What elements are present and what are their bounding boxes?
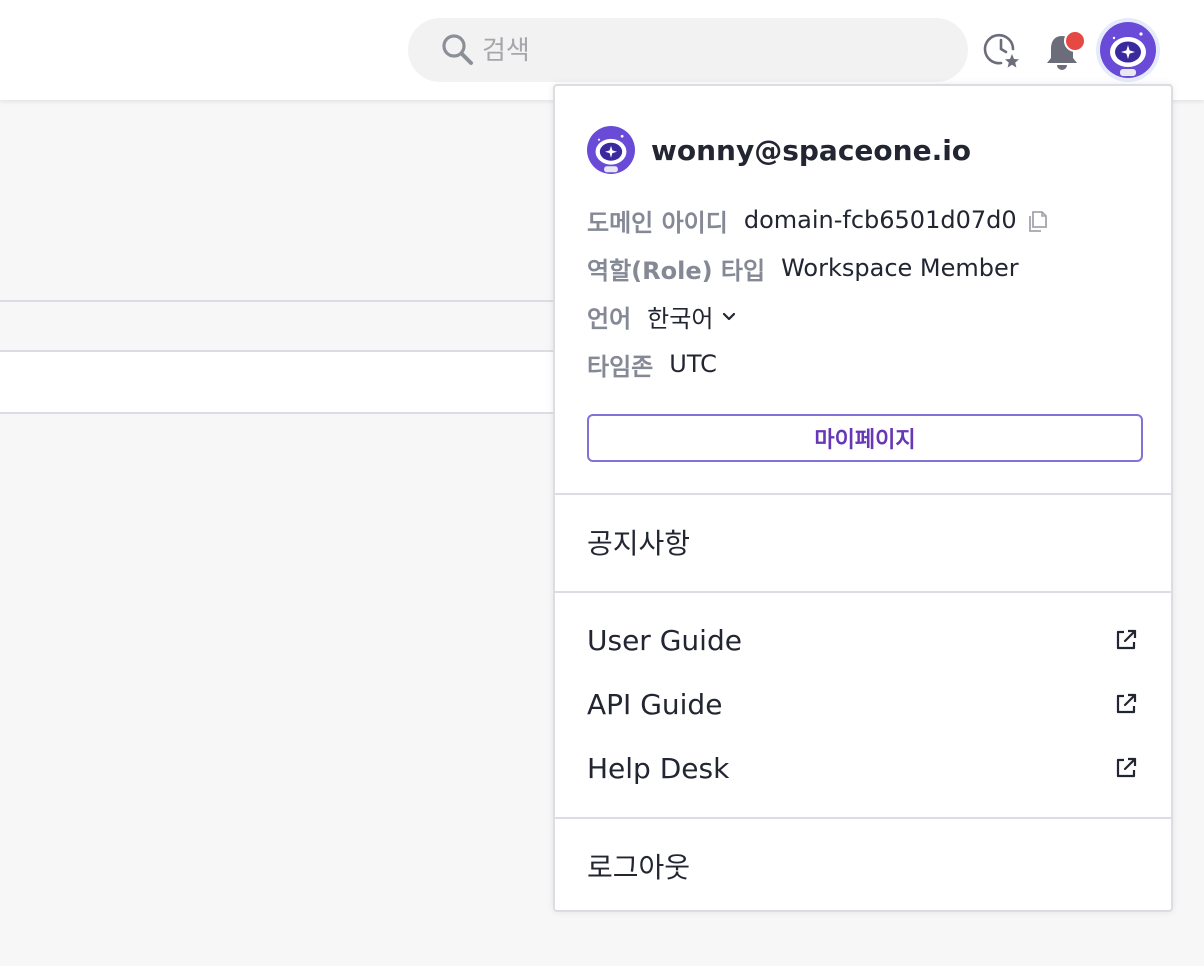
info-label: 언어	[587, 304, 632, 333]
mypage-button[interactable]: 마이페이지	[587, 414, 1143, 462]
info-row-domain-id: 도메인 아이디 domain-fcb6501d07d0	[587, 200, 1051, 240]
astronaut-avatar-icon	[587, 126, 635, 174]
info-label: 역할(Role) 타입	[587, 256, 766, 285]
api-guide-link[interactable]: API Guide	[555, 674, 1171, 734]
external-link-icon	[1116, 693, 1137, 714]
profile-menu: wonny@spaceone.io 도메인 아이디 domain-fcb6501…	[553, 84, 1173, 912]
divider	[555, 817, 1171, 819]
info-label: 도메인 아이디	[587, 208, 728, 237]
info-value: UTC	[669, 350, 717, 378]
logout-menu-item[interactable]: 로그아웃	[555, 836, 1171, 896]
menu-item-label: 로그아웃	[587, 851, 691, 884]
info-row-role-type: 역할(Role) 타입 Workspace Member	[587, 248, 1019, 288]
search-box[interactable]	[408, 18, 968, 84]
notification-button[interactable]	[1042, 28, 1086, 74]
chevron-down-icon	[723, 312, 736, 321]
divider	[555, 493, 1171, 495]
user-guide-link[interactable]: User Guide	[555, 610, 1171, 670]
copy-icon[interactable]	[1025, 207, 1051, 233]
info-row-timezone: 타임존 UTC	[587, 344, 717, 384]
info-row-language: 언어 한국어	[587, 296, 737, 336]
avatar-button[interactable]	[1096, 18, 1160, 82]
divider	[555, 591, 1171, 593]
search-icon	[442, 34, 473, 65]
info-label: 타임존	[587, 352, 654, 381]
info-value: domain-fcb6501d07d0	[743, 206, 1017, 234]
table-row[interactable]	[0, 352, 560, 412]
language-select[interactable]: 한국어	[647, 299, 737, 334]
menu-item-label: User Guide	[587, 623, 742, 657]
external-link-icon	[1116, 629, 1137, 650]
history-star-icon[interactable]	[980, 28, 1022, 70]
user-email: wonny@spaceone.io	[651, 133, 972, 167]
external-link-icon	[1116, 757, 1137, 778]
info-value: Workspace Member	[781, 254, 1019, 282]
menu-item-label: Help Desk	[587, 751, 730, 785]
help-desk-link[interactable]: Help Desk	[555, 738, 1171, 798]
profile-header: wonny@spaceone.io	[587, 126, 971, 174]
search-input[interactable]	[480, 18, 954, 84]
table-border	[0, 300, 560, 302]
table-border	[0, 412, 560, 414]
notification-badge	[1064, 30, 1086, 52]
astronaut-avatar-icon	[1100, 22, 1156, 78]
menu-item-label: 공지사항	[587, 527, 691, 560]
notice-menu-item[interactable]: 공지사항	[555, 512, 1171, 572]
language-value: 한국어	[647, 304, 714, 333]
menu-item-label: API Guide	[587, 687, 723, 721]
